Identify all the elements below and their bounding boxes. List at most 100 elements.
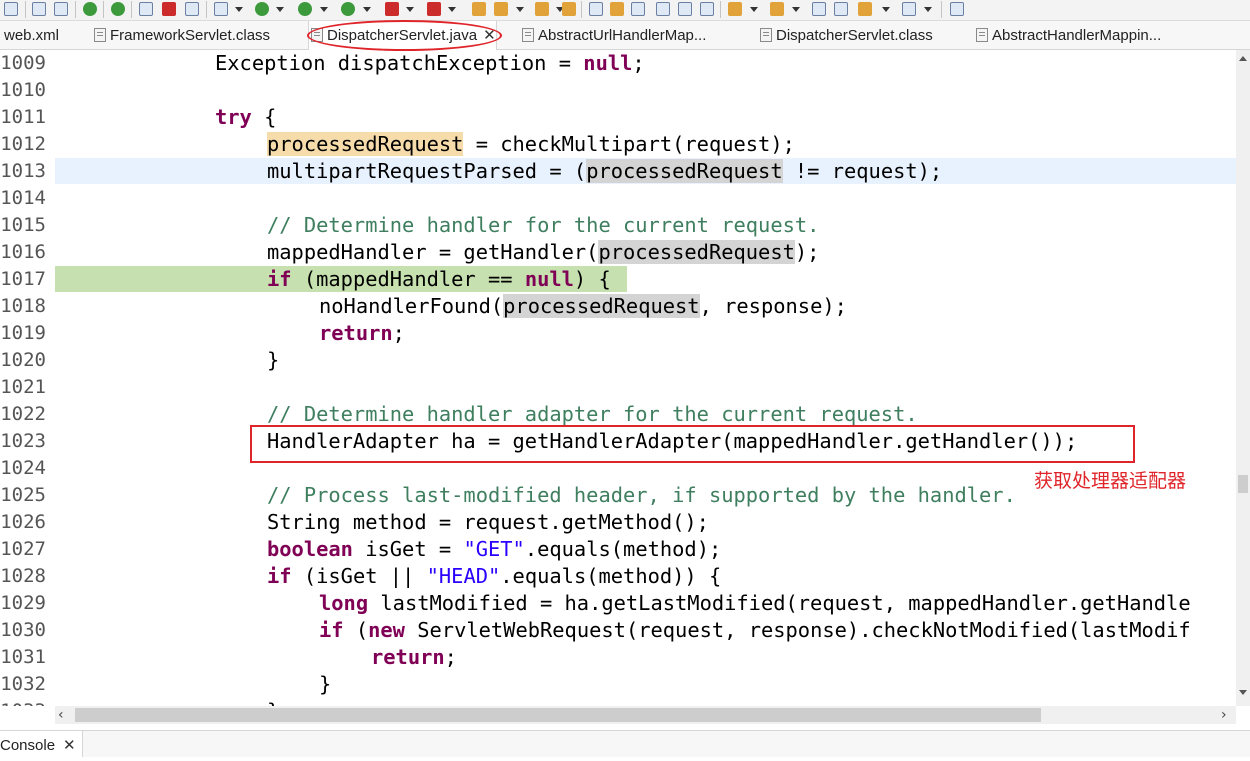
line-number: 1031 (0, 646, 46, 668)
code-line: 1015 // Determine handler for the current… (0, 212, 1236, 239)
code-token: ) { (573, 267, 611, 291)
code-token: String method = request.getMethod(); (267, 510, 709, 534)
scroll-left-icon[interactable]: ‹ (58, 708, 64, 722)
format-icon[interactable] (54, 2, 68, 16)
show-whitespace-icon[interactable] (656, 2, 670, 16)
vertical-scrollbar[interactable] (1236, 50, 1250, 706)
stop-icon[interactable] (385, 2, 399, 16)
line-number: 1012 (0, 133, 46, 155)
annotation-label: 获取处理器适配器 (1034, 470, 1187, 492)
open-type-icon[interactable] (589, 2, 603, 16)
chevron-down-icon[interactable] (750, 2, 758, 16)
keyword: if (267, 564, 292, 588)
prev-annotation-icon[interactable] (770, 2, 784, 16)
step-icon[interactable] (214, 2, 228, 16)
bottom-panel-bar: Console ✕ (0, 730, 1250, 757)
code-text: if (isGet || "HEAD".equals(method)) { (267, 563, 721, 590)
pin-editor-icon[interactable] (950, 2, 964, 16)
external-tools-icon[interactable] (341, 2, 355, 16)
chevron-down-icon[interactable] (792, 2, 800, 16)
chevron-down-icon[interactable] (276, 2, 284, 16)
disconnect-icon[interactable] (185, 2, 199, 16)
code-line: 1030 if (new ServletWebRequest(request, r… (0, 617, 1236, 644)
tab-6[interactable]: AbstractHandlerMappin... (976, 21, 1161, 49)
code-token: ; (444, 645, 457, 669)
code-token: != request); (782, 159, 943, 183)
code-token: .equals(method)) { (500, 564, 722, 588)
console-tab[interactable]: Console ✕ (0, 731, 83, 757)
line-number: 1032 (0, 673, 46, 695)
separator (581, 1, 582, 18)
code-token: } (267, 699, 279, 706)
back-arrow-icon[interactable] (858, 2, 872, 16)
chevron-down-icon[interactable] (882, 2, 890, 16)
code-text: try { (215, 104, 276, 131)
tab-1[interactable]: web.xml (4, 21, 59, 49)
chevron-down-icon[interactable] (320, 2, 328, 16)
code-token: ServletWebRequest(request, response).che… (404, 618, 1191, 642)
tab-5[interactable]: DispatcherServlet.class (760, 21, 933, 49)
chevron-down-icon[interactable] (924, 2, 932, 16)
code-token: lastModified = ha.getLastModified(reques… (368, 591, 1191, 615)
next-annotation-icon[interactable] (728, 2, 742, 16)
scroll-down-icon[interactable] (1239, 690, 1247, 695)
separator (720, 1, 721, 18)
close-icon[interactable]: ✕ (483, 27, 496, 44)
string-literal: "GET" (463, 537, 525, 561)
last-edit-icon[interactable] (812, 2, 826, 16)
code-text: // Determine handler for the current req… (267, 212, 819, 239)
code-text: if (new ServletWebRequest(request, respo… (319, 617, 1191, 644)
skip-breakpoints-icon[interactable] (139, 2, 153, 16)
coverage-icon[interactable] (298, 2, 312, 16)
code-line: 1010 (0, 77, 1236, 104)
code-text: } (267, 698, 279, 706)
edit-icon[interactable] (32, 2, 46, 16)
tab-3[interactable]: DispatcherServlet.java ✕ (308, 21, 497, 50)
horizontal-scroll-thumb[interactable] (75, 708, 1041, 722)
server-icon[interactable] (427, 2, 441, 16)
chevron-down-icon[interactable] (516, 2, 524, 16)
vertical-scroll-thumb[interactable] (1238, 475, 1248, 493)
code-token: ; (392, 321, 405, 345)
code-line: 1009 Exception dispatchException = null; (0, 50, 1236, 77)
show-block-icon[interactable] (678, 2, 692, 16)
scroll-right-icon[interactable]: › (1221, 708, 1227, 722)
new-file-icon[interactable] (535, 2, 549, 16)
highlight-icon[interactable] (610, 2, 624, 16)
class-file-icon (522, 28, 534, 42)
separator (131, 1, 132, 18)
code-editor[interactable]: 1009 Exception dispatchException = null; 1… (0, 50, 1236, 706)
chevron-down-icon[interactable] (235, 2, 243, 16)
terminate-icon[interactable] (162, 2, 176, 16)
debug-icon[interactable] (83, 2, 97, 16)
code-text: // Process last-modified header, if supp… (267, 482, 1016, 509)
chevron-down-icon[interactable] (448, 2, 456, 16)
horizontal-scrollbar[interactable]: ‹ › (55, 706, 1236, 724)
keyword: null (583, 51, 633, 75)
code-token: Exception dispatchException = (215, 51, 584, 75)
close-icon[interactable]: ✕ (63, 737, 76, 754)
toggle-mark-icon[interactable] (631, 2, 645, 16)
tab-4[interactable]: AbstractUrlHandlerMap... (522, 21, 706, 49)
paragraph-icon[interactable] (700, 2, 714, 16)
new-class-icon[interactable] (494, 2, 508, 16)
separator (941, 1, 942, 18)
code-token: multipartRequestParsed = ( (267, 159, 587, 183)
tab-2[interactable]: FrameworkServlet.class (94, 21, 270, 49)
run-icon[interactable] (255, 2, 269, 16)
open-folder-icon[interactable] (562, 2, 576, 16)
back-icon[interactable] (834, 2, 848, 16)
line-number: 1033 (0, 698, 46, 706)
line-number: 1016 (0, 241, 46, 263)
toolbar (0, 0, 1250, 21)
chevron-down-icon[interactable] (363, 2, 371, 16)
code-text: boolean isGet = "GET".equals(method); (267, 536, 721, 563)
chevron-down-icon[interactable] (406, 2, 414, 16)
code-text: } (319, 671, 331, 698)
build-icon[interactable] (4, 2, 18, 16)
line-number: 1017 (0, 268, 46, 290)
forward-arrow-icon[interactable] (902, 2, 916, 16)
refresh-icon[interactable] (111, 2, 125, 16)
new-package-icon[interactable] (472, 2, 486, 16)
scroll-up-icon[interactable] (1239, 56, 1247, 61)
